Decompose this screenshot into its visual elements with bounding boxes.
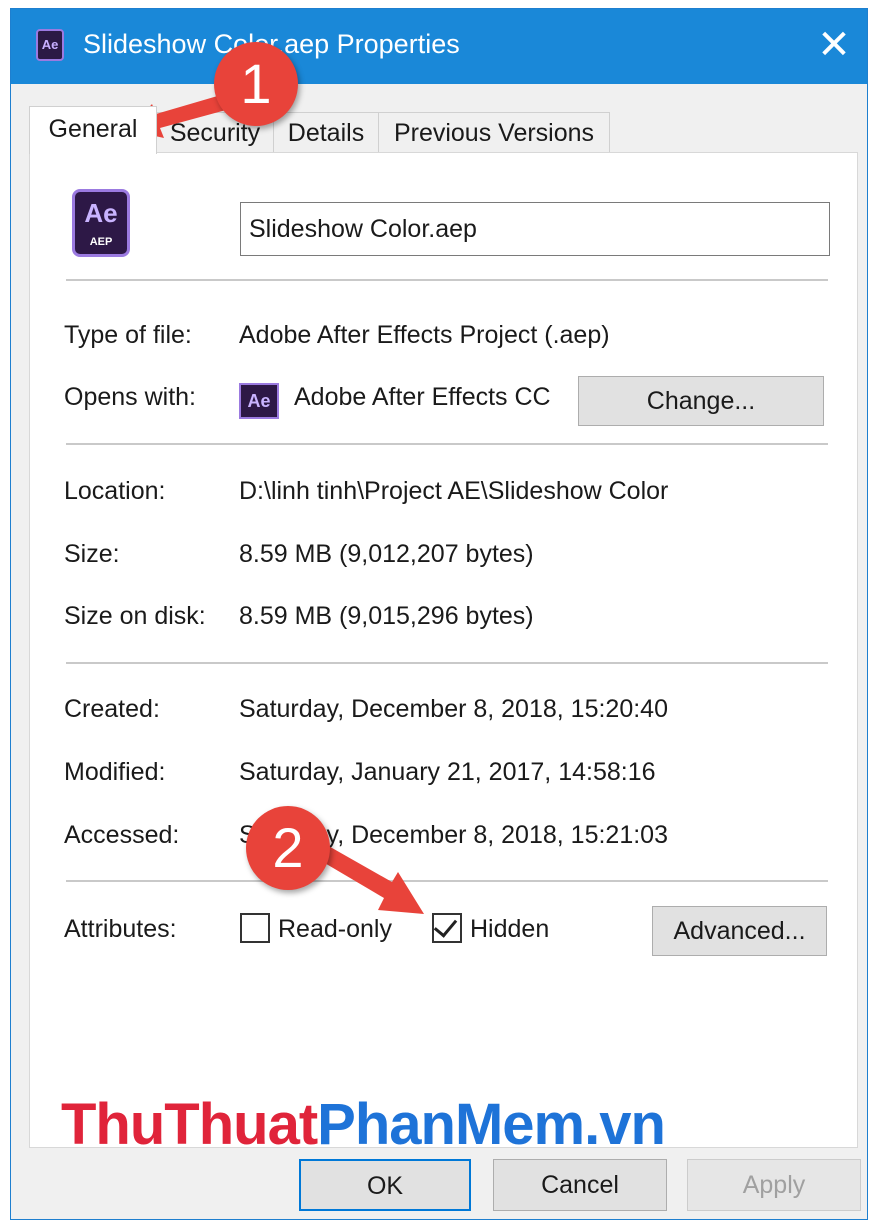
location-label: Location: <box>64 477 166 505</box>
file-icon-ext: AEP <box>89 236 113 248</box>
opens-with-value: Adobe After Effects CC <box>294 383 551 411</box>
readonly-checkbox[interactable] <box>240 913 270 943</box>
step-1-badge: 1 <box>214 42 298 126</box>
tab-details[interactable]: Details <box>273 112 379 152</box>
apply-button[interactable]: Apply <box>687 1159 861 1211</box>
advanced-button[interactable]: Advanced... <box>652 906 827 956</box>
tab-general[interactable]: General <box>29 106 157 154</box>
modified-label: Modified: <box>64 758 166 786</box>
file-name-field[interactable] <box>240 202 830 256</box>
size-on-disk-label: Size on disk: <box>64 602 206 630</box>
close-icon[interactable]: ✕ <box>809 21 859 71</box>
created-label: Created: <box>64 695 160 723</box>
after-effects-project-icon: Ae AEP <box>72 189 130 257</box>
cancel-button[interactable]: Cancel <box>493 1159 667 1211</box>
created-value: Saturday, December 8, 2018, 15:20:40 <box>239 695 668 723</box>
properties-dialog: Ae Slideshow Color.aep Properties ✕ Gene… <box>10 8 868 1220</box>
after-effects-file-icon: Ae <box>36 29 64 61</box>
accessed-label: Accessed: <box>64 821 180 849</box>
ok-button[interactable]: OK <box>299 1159 471 1211</box>
hidden-label[interactable]: Hidden <box>470 915 549 944</box>
change-button[interactable]: Change... <box>578 376 824 426</box>
type-of-file-label: Type of file: <box>64 321 192 349</box>
file-icon-text: Ae <box>84 198 118 228</box>
watermark-part2: PhanMem.vn <box>317 1092 666 1157</box>
after-effects-app-icon: Ae <box>239 383 279 419</box>
size-label: Size: <box>64 540 120 568</box>
size-on-disk-value: 8.59 MB (9,015,296 bytes) <box>239 602 534 630</box>
divider <box>66 279 828 281</box>
divider <box>66 662 828 664</box>
modified-value: Saturday, January 21, 2017, 14:58:16 <box>239 758 656 786</box>
type-of-file-value: Adobe After Effects Project (.aep) <box>239 321 610 349</box>
opens-with-label: Opens with: <box>64 383 197 411</box>
watermark: ThuThuatPhanMem.vn <box>61 1091 666 1158</box>
tab-previous-versions[interactable]: Previous Versions <box>378 112 610 152</box>
location-value: D:\linh tinh\Project AE\Slideshow Color <box>239 477 669 505</box>
size-value: 8.59 MB (9,012,207 bytes) <box>239 540 534 568</box>
attributes-label: Attributes: <box>64 915 177 943</box>
watermark-part1: ThuThuat <box>61 1092 318 1157</box>
step-2-badge: 2 <box>246 806 330 890</box>
general-tab-panel: Ae AEP Type of file: Adobe After Effects… <box>29 152 858 1148</box>
divider <box>66 443 828 445</box>
divider <box>66 880 828 882</box>
